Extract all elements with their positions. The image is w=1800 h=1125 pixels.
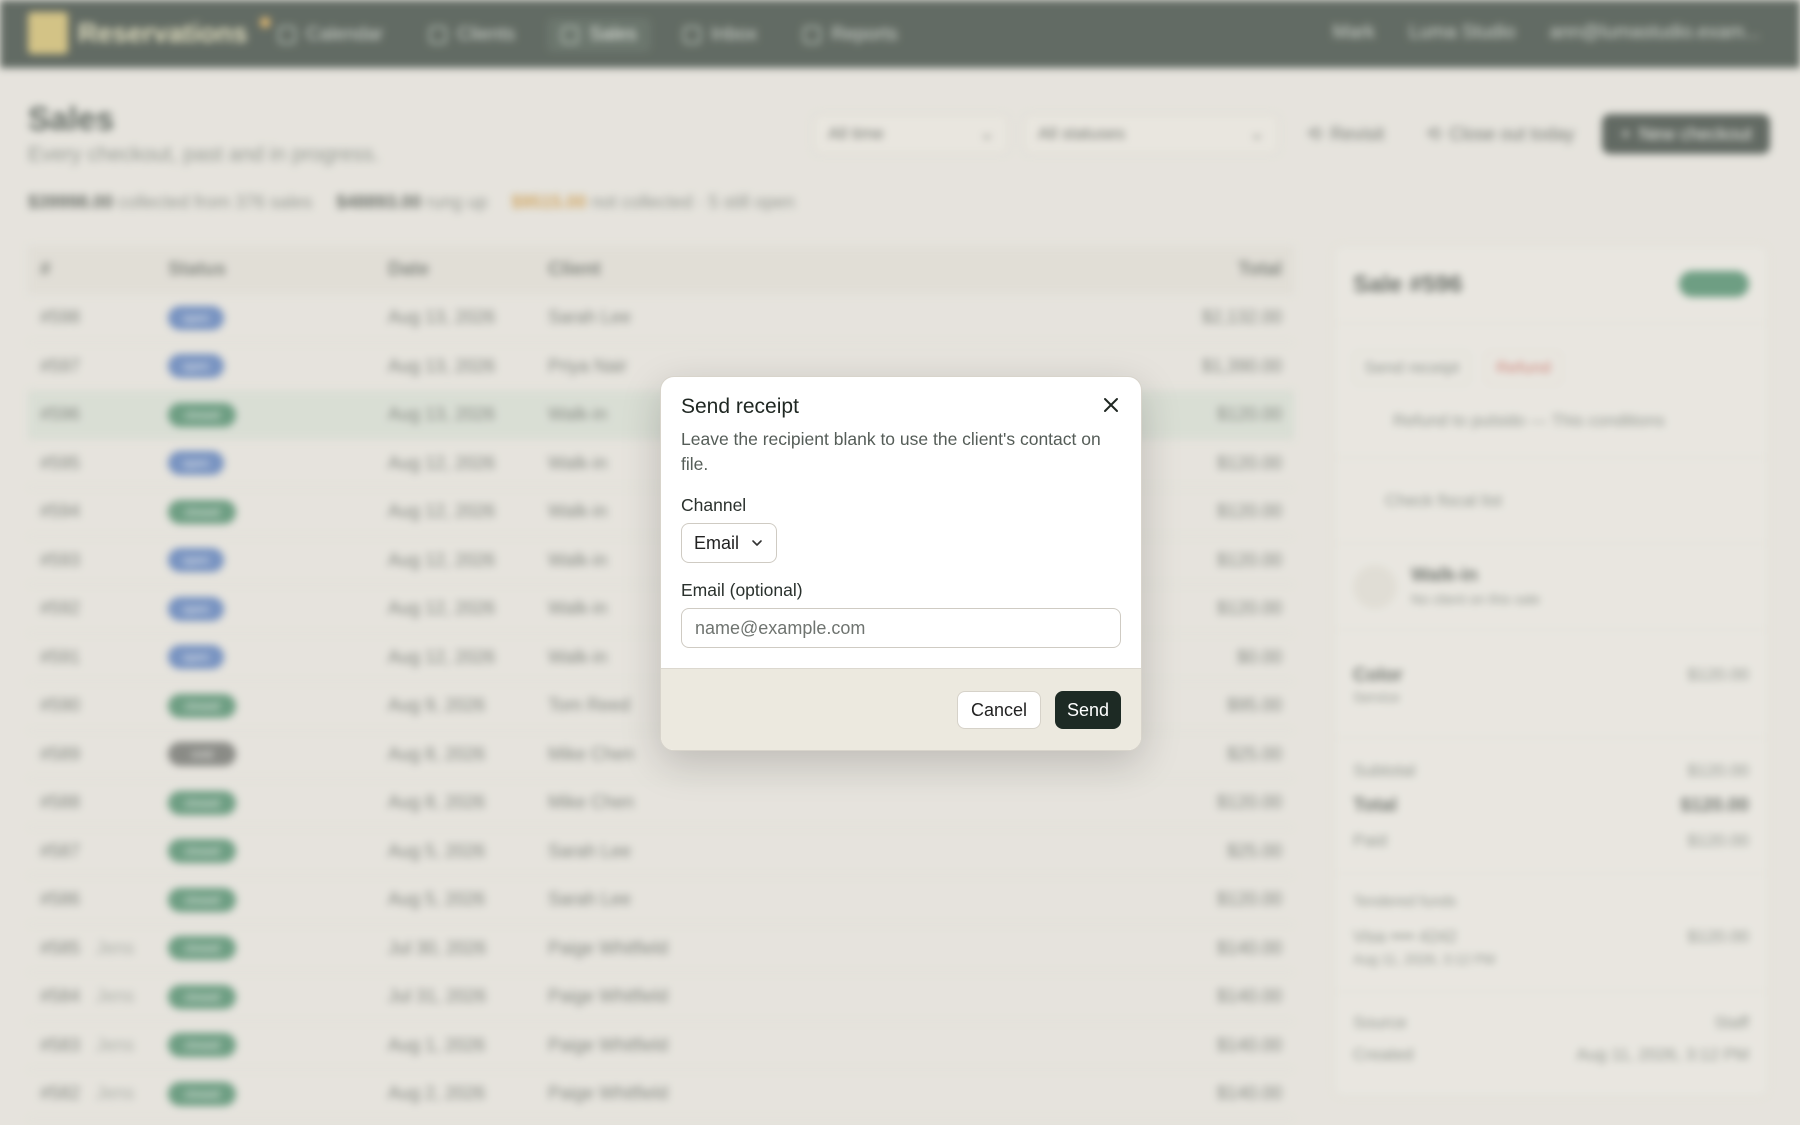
send-button[interactable]: Send [1054, 691, 1121, 729]
channel-value: Email [694, 532, 740, 553]
dialog-footer: Cancel Send [661, 668, 1141, 750]
close-icon [1104, 398, 1118, 412]
dialog-title: Send receipt [681, 395, 799, 418]
channel-select[interactable]: Email [681, 523, 777, 563]
channel-label: Channel [681, 495, 747, 515]
chevron-down-icon [752, 540, 762, 546]
close-button[interactable] [1099, 393, 1123, 417]
dialog-description: Leave the recipient blank to use the cli… [681, 429, 1101, 474]
send-receipt-dialog: Send receipt Leave the recipient blank t… [660, 376, 1142, 751]
cancel-button[interactable]: Cancel [956, 691, 1041, 729]
email-label: Email (optional) [681, 580, 803, 600]
email-input[interactable] [681, 608, 1121, 648]
